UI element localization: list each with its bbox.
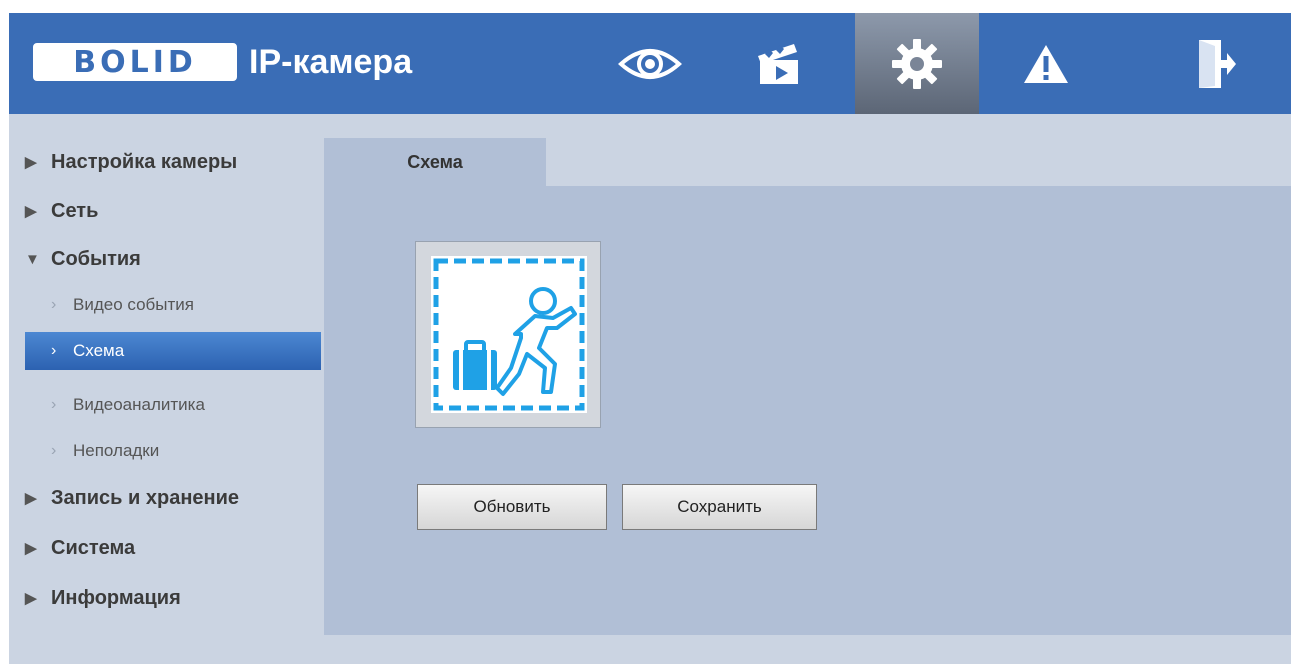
tab-scheme[interactable]: Схема — [324, 138, 546, 186]
app-title: IP-камера — [249, 42, 413, 81]
scheme-preview — [415, 241, 601, 428]
sidebar-item-label: Сеть — [51, 199, 99, 222]
clapperboard-icon — [758, 43, 798, 84]
sidebar-item-label: Запись и хранение — [51, 486, 240, 509]
bolid-logo: BOLID — [33, 43, 237, 81]
sidebar-subitem-video-events[interactable]: › Видео события — [25, 286, 321, 324]
triangle-right-icon: ▶ — [25, 154, 37, 171]
save-button[interactable]: Сохранить — [622, 484, 817, 530]
sidebar-subitem-scheme[interactable]: › Схема — [25, 332, 321, 370]
sidebar-item-camera-settings[interactable]: ▶ Настройка камеры — [9, 144, 321, 180]
warning-icon — [1024, 44, 1068, 83]
page-body: ▶ Настройка камеры ▶ Сеть ▼ События › Ви… — [9, 114, 1291, 664]
sidebar-item-recording-storage[interactable]: ▶ Запись и хранение — [9, 480, 321, 516]
chevron-right-icon: › — [51, 296, 57, 313]
nav-alarm-button[interactable] — [991, 13, 1101, 114]
sidebar-subitem-label: Видео события — [73, 295, 194, 314]
triangle-down-icon: ▼ — [25, 250, 40, 268]
triangle-right-icon: ▶ — [25, 203, 37, 220]
logo-letters: BOLID — [73, 44, 197, 80]
triangle-right-icon: ▶ — [25, 490, 37, 507]
logout-icon — [1199, 39, 1236, 88]
sidebar-item-network[interactable]: ▶ Сеть — [9, 193, 321, 229]
sidebar-item-system[interactable]: ▶ Система — [9, 530, 321, 566]
chevron-right-icon: › — [51, 442, 57, 459]
nav-settings-button[interactable] — [855, 13, 979, 114]
logo: BOLID IP-камера — [33, 37, 412, 87]
sidebar-subitem-label: Неполадки — [73, 441, 160, 460]
chevron-right-icon: › — [51, 396, 57, 413]
nav-live-button[interactable] — [595, 13, 705, 114]
sidebar-subitem-label: Схема — [73, 341, 125, 360]
gear-icon — [892, 38, 942, 89]
sidebar-item-label: Настройка камеры — [51, 150, 238, 173]
sidebar-item-label: Информация — [51, 586, 181, 609]
triangle-right-icon: ▶ — [25, 590, 37, 607]
refresh-button[interactable]: Обновить — [417, 484, 607, 530]
eye-icon — [618, 48, 682, 79]
tab-label: Схема — [407, 151, 463, 172]
abandoned-object-icon — [431, 256, 587, 413]
sidebar-item-events[interactable]: ▼ События — [9, 241, 321, 277]
sidebar-subitem-label: Видеоаналитика — [73, 395, 205, 414]
sidebar-item-label: Система — [51, 536, 136, 559]
sidebar-subitem-video-analytics[interactable]: › Видеоаналитика — [25, 386, 321, 424]
chevron-right-icon: › — [51, 342, 57, 359]
sidebar-item-information[interactable]: ▶ Информация — [9, 580, 321, 616]
sidebar-item-label: События — [51, 247, 141, 270]
nav-logout-button[interactable] — [1161, 13, 1273, 114]
triangle-right-icon: ▶ — [25, 540, 37, 557]
top-header: BOLID IP-камера — [9, 13, 1291, 114]
nav-playback-button[interactable] — [724, 13, 834, 114]
sidebar-subitem-faults[interactable]: › Неполадки — [25, 432, 321, 470]
